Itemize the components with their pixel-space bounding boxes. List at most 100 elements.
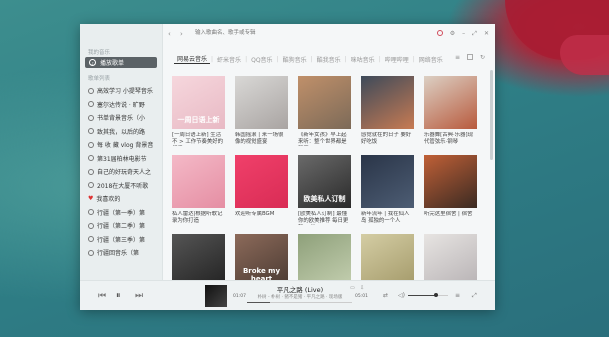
download-icon[interactable]: ⇩ — [360, 285, 364, 291]
playlist-queue-icon[interactable]: ≡ — [455, 292, 460, 299]
search-input[interactable]: 输入歌曲名、歌手或专辑 — [195, 29, 335, 38]
volume-icon[interactable]: ◁) — [398, 292, 405, 299]
playlist-title[interactable]: [一周日语上新] 生活不 > 工作节奏美好的相遇 — [172, 132, 225, 146]
lyrics-icon[interactable]: ▭ — [350, 285, 355, 291]
playlist-cover[interactable] — [361, 155, 414, 208]
playlist-icon — [88, 141, 94, 148]
playlist-card[interactable]: 欢迎听专属BGM — [235, 155, 288, 234]
playlist-icon — [88, 128, 94, 135]
tab-source[interactable]: 网络音乐 — [416, 55, 446, 64]
sidebar-item-playlist[interactable]: 书单背景音乐（小 — [80, 111, 162, 125]
tab-source[interactable]: 虾米音乐 — [214, 55, 244, 64]
grid-view-icon[interactable] — [466, 54, 473, 60]
list-view-icon[interactable]: ≡ — [455, 54, 460, 61]
playlist-card[interactable]: 《新年女孩》早上起来听：整个世界都是和平 — [298, 76, 351, 155]
sidebar-item-playlist[interactable]: 致其我，以后的路 — [80, 125, 162, 139]
playlist-cover[interactable] — [424, 76, 477, 129]
playlist-icon — [88, 249, 94, 256]
sidebar-item-playlist[interactable]: ♥ 我喜欢的 — [80, 192, 162, 206]
playlist-cover[interactable] — [172, 155, 225, 208]
repeat-icon[interactable]: ⇄ — [383, 292, 388, 299]
sidebar-item-label: 第31届柏林电影节 — [97, 155, 147, 163]
sidebar-item-playlist[interactable]: 2018在大厦不听歌 — [80, 179, 162, 193]
sidebar-item-playlist[interactable]: 行疆（第二季）第 — [80, 219, 162, 233]
scrollbar-thumb[interactable] — [490, 70, 493, 160]
volume-slider[interactable] — [408, 293, 448, 297]
progress-bar[interactable] — [247, 302, 352, 303]
playlist-card[interactable]: 新年流年 | 我在仙人岛 孤独的一个人 — [361, 155, 414, 234]
playlist-cover[interactable] — [235, 155, 288, 208]
playlist-card[interactable]: 乐器舞[古典·乐器]现代管弦乐·钢琴 — [424, 76, 477, 155]
playlist-cover[interactable] — [235, 76, 288, 129]
playlist-cover[interactable] — [424, 155, 477, 208]
playlist-icon — [88, 101, 94, 108]
minimize-icon[interactable]: – — [462, 30, 465, 38]
sidebar-item-playlist[interactable]: 行疆回音乐（第 — [80, 246, 162, 260]
playlist-title[interactable]: 《新年女孩》早上起来听：整个世界都是和平 — [298, 132, 351, 146]
sidebar-item-playlist[interactable]: 每 收 藏 vlog 背景音 — [80, 138, 162, 152]
sidebar-item-playlist[interactable]: 自己的好玩奇天人之 — [80, 165, 162, 179]
playlist-card[interactable]: 欧美私人订制 [欧美私人订制] 最懂你的欧美推荐 每日更新35首 — [298, 155, 351, 234]
sidebar-item-playlist[interactable]: 行疆（第三季）第 — [80, 233, 162, 247]
sidebar-item-label: 塞尔达传说 · 旷野 — [97, 101, 145, 109]
playlist-cover[interactable] — [361, 76, 414, 129]
tab-divider: | — [344, 55, 347, 63]
previous-icon[interactable]: ⏮ — [98, 291, 106, 301]
playlist-card[interactable]: 感觉就在的日子 要好好吃饭 — [361, 76, 414, 155]
tab-source[interactable]: 咪咕音乐 — [348, 55, 378, 64]
maximize-icon[interactable]: ⤢ — [472, 30, 477, 38]
playlist-title[interactable]: 感觉就在的日子 要好好吃饭 — [361, 132, 414, 146]
sidebar-section-mine: 我的音乐 — [88, 50, 111, 56]
close-icon[interactable]: ✕ — [484, 30, 489, 38]
playlist-title[interactable]: 新年流年 | 我在仙人岛 孤独的一个人 — [361, 211, 414, 225]
tab-source[interactable]: 哔哩哔哩 — [382, 55, 412, 64]
tab-divider: | — [310, 55, 313, 63]
playlist-title[interactable]: 听完这里宿舍 | 宿舍 — [424, 211, 477, 225]
playlist-card[interactable]: 听完这里宿舍 | 宿舍 — [424, 155, 477, 234]
playlist-cover[interactable]: 欧美私人订制 — [298, 155, 351, 208]
sidebar-item-playlist[interactable]: 塞尔达传说 · 旷野 — [80, 98, 162, 112]
sidebar-section-lists: 歌单列表 — [88, 76, 111, 82]
tab-source[interactable]: 酷狗音乐 — [280, 55, 310, 64]
playlist-card[interactable]: 一周日语上新 [一周日语上新] 生活不 > 工作节奏美好的相遇 — [172, 76, 225, 155]
playlist-title[interactable]: 乐器舞[古典·乐器]现代管弦乐·钢琴 — [424, 132, 477, 146]
tab-divider: | — [211, 55, 214, 63]
sidebar-item-label: 行疆（第二季）第 — [97, 223, 146, 231]
next-icon[interactable]: ⏭ — [135, 291, 143, 301]
music-player-window: 我的音乐 ♪ 播放歌单 歌单列表 高效学习 小提琴音乐塞尔达传说 · 旷野书单背… — [80, 24, 495, 310]
playlist-icon — [88, 168, 94, 175]
sidebar-item-playlist[interactable]: 高效学习 小提琴音乐 — [80, 84, 162, 98]
sidebar-item-now-playing[interactable]: ♪ 播放歌单 — [85, 57, 157, 68]
fullscreen-icon[interactable]: ⤢ — [472, 292, 477, 300]
volume-knob[interactable] — [434, 293, 438, 297]
sidebar: 我的音乐 ♪ 播放歌单 歌单列表 高效学习 小提琴音乐塞尔达传说 · 旷野书单背… — [80, 24, 163, 280]
playlist-title[interactable]: 欢迎听专属BGM — [235, 211, 288, 225]
playlist-cover[interactable]: 一周日语上新 — [172, 76, 225, 129]
tab-source[interactable]: 网易云音乐 — [174, 54, 211, 64]
back-button[interactable]: ‹ — [168, 30, 171, 38]
playlist-title[interactable]: 私人雷达|根据听歌记录为你打造 — [172, 211, 225, 225]
playlist-title[interactable]: 韩国摇滚 | 来一场很像的视觉盛宴 — [235, 132, 288, 146]
pause-icon[interactable]: ⏸ — [116, 291, 121, 301]
tab-source[interactable]: 酷我音乐 — [314, 55, 344, 64]
playlist-icon — [88, 222, 94, 229]
tab-source[interactable]: QQ音乐 — [248, 55, 275, 64]
sidebar-item-label: 行疆（第一季）第 — [97, 209, 146, 217]
sidebar-item-playlist[interactable]: 行疆（第一季）第 — [80, 206, 162, 220]
playlist-card[interactable]: 私人雷达|根据听歌记录为你打造 — [172, 155, 225, 234]
refresh-icon[interactable]: ↻ — [480, 54, 485, 61]
window-controls: ⚙ – ⤢ ✕ — [436, 30, 489, 38]
now-playing-cover[interactable] — [205, 285, 227, 307]
playlist-cover[interactable] — [298, 76, 351, 129]
playlist-icon — [88, 236, 94, 243]
playlist-icon — [88, 87, 94, 94]
heart-icon: ♥ — [88, 195, 94, 203]
source-tabs: 网易云音乐 | 虾米音乐 | QQ音乐 | 酷狗音乐 | 酷我音乐 | 咪咕音乐 | 哔哩哔哩 | 网络音乐 — [174, 54, 446, 64]
target-icon[interactable] — [436, 30, 443, 36]
sidebar-item-playlist[interactable]: 第31届柏林电影节 — [80, 152, 162, 166]
playlist-grid: 一周日语上新 [一周日语上新] 生活不 > 工作节奏美好的相遇韩国摇滚 | 来一场… — [172, 76, 477, 310]
playlist-title[interactable]: [欧美私人订制] 最懂你的欧美推荐 每日更新35首 — [298, 211, 351, 225]
playlist-card[interactable]: 韩国摇滚 | 来一场很像的视觉盛宴 — [235, 76, 288, 155]
forward-button[interactable]: › — [180, 30, 183, 38]
settings-icon[interactable]: ⚙ — [450, 30, 455, 38]
